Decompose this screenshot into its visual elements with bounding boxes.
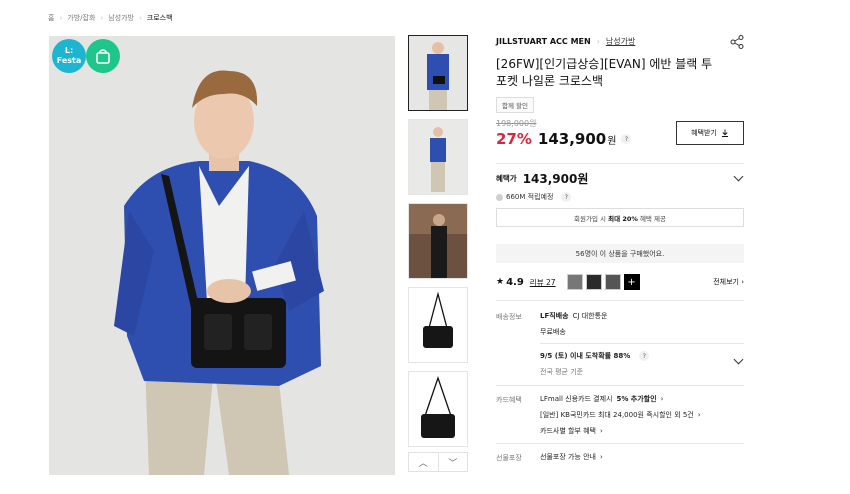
arrival-help-icon[interactable]: ?: [639, 351, 650, 361]
get-benefit-button[interactable]: 혜택받기: [676, 121, 744, 145]
download-icon: [721, 129, 728, 137]
thumbnail-list: ︿ ﹀: [408, 35, 468, 472]
purchase-count-banner: 56명이 이 상품을 구매했어요.: [496, 244, 744, 263]
review-photo[interactable]: [604, 274, 621, 290]
view-all-reviews-link[interactable]: 전체보기 ›: [713, 277, 744, 287]
breadcrumb-separator: ›: [100, 14, 104, 22]
arrival-estimate: 9/5 (토) 이내 도착확률 88%: [540, 352, 631, 360]
breadcrumb: 홈 › 가방/잡화 › 남성가방 › 크로스백: [48, 13, 173, 23]
thumbnail-4[interactable]: [408, 287, 468, 363]
share-icon[interactable]: [730, 35, 744, 49]
shipping-carrier-bold: LF직배송: [540, 312, 569, 320]
brand-separator: ›: [596, 37, 600, 46]
chevron-right-icon: ›: [599, 427, 603, 435]
chevron-down-icon[interactable]: ﹀: [439, 453, 468, 471]
benefit-section: 혜택가 143,900원 660M 적립예정 ? 회원가입 시 최대 20% 혜…: [496, 163, 744, 468]
thumbnail-2[interactable]: [408, 119, 468, 195]
points-row: 660M 적립예정 ?: [496, 192, 744, 202]
benefit-label: 혜택가: [496, 174, 517, 183]
shipping-label: 배송정보: [496, 313, 522, 321]
card-benefit-row: 카드혜택 LFmall 신용카드 결제시 5% 추가할인 › [일반] KB국민…: [496, 386, 744, 442]
review-count-link[interactable]: 리뷰 27: [530, 277, 556, 288]
thumbnail-nav: ︿ ﹀: [408, 452, 468, 472]
price-help-icon[interactable]: ?: [621, 134, 632, 144]
breadcrumb-mens-bags[interactable]: 남성가방: [108, 13, 134, 23]
currency-unit: 원: [607, 135, 617, 147]
card-line-1[interactable]: LFmall 신용카드 결제시 5% 추가할인 ›: [540, 394, 744, 404]
breadcrumb-home[interactable]: 홈: [48, 13, 54, 23]
shipping-fee: 무료배송: [540, 328, 566, 336]
discount-tag: 함께 할인: [496, 97, 534, 113]
gift-row: 선물포장 선물포장 가능 안내 ›: [496, 444, 744, 468]
card-line-2[interactable]: [일반] KB국민카드 최대 24,000원 즉시할인 외 5건 ›: [540, 410, 744, 420]
rating-score: 4.9: [506, 276, 524, 288]
brand-name[interactable]: JILLSTUART ACC MEN: [496, 37, 591, 46]
arrival-sub: 전국 평균 기준: [540, 368, 584, 376]
get-benefit-label: 혜택받기: [691, 129, 717, 137]
main-product-image[interactable]: L: Festa: [49, 36, 395, 475]
shipping-row: 배송정보 LF직배송 CJ 대한통운 무료배송: [496, 301, 744, 343]
points-text: 660M 적립예정: [506, 193, 554, 201]
points-icon: [496, 193, 503, 201]
thumbnail-1[interactable]: [408, 35, 468, 111]
rating-row: ★ 4.9 리뷰 27 + 전체보기 ›: [496, 273, 744, 291]
chevron-right-icon: ›: [599, 453, 603, 461]
benefit-price-row[interactable]: 혜택가 143,900원: [496, 170, 744, 187]
chevron-right-icon: ›: [697, 411, 701, 419]
member-benefit-box[interactable]: 회원가입 시 최대 20% 혜택 제공: [496, 208, 744, 227]
benefit-price: 143,900원: [522, 172, 589, 186]
review-photo-list: +: [564, 274, 640, 290]
brand-category-link[interactable]: 남성가방: [606, 36, 635, 47]
divider: [496, 163, 744, 164]
points-help-icon[interactable]: ?: [561, 192, 572, 202]
gift-label: 선물포장: [496, 454, 522, 462]
shipping-carrier: CJ 대한통운: [572, 312, 608, 320]
card-line-3[interactable]: 카드사별 할부 혜택 ›: [540, 426, 744, 436]
breadcrumb-separator: ›: [138, 14, 142, 22]
chevron-right-icon: ›: [660, 395, 664, 403]
breadcrumb-bags[interactable]: 가방/잡화: [67, 13, 95, 23]
review-photo[interactable]: [566, 274, 583, 290]
arrival-row[interactable]: 9/5 (토) 이내 도착확률 88% ? 전국 평균 기준: [496, 344, 744, 383]
chevron-up-icon[interactable]: ︿: [409, 453, 439, 471]
shopping-bag-badge-icon: [86, 39, 120, 73]
festa-badge: L: Festa: [52, 39, 86, 73]
sale-price: 143,900: [537, 130, 607, 148]
model-photo: [49, 36, 395, 475]
breadcrumb-separator: ›: [59, 14, 63, 22]
chevron-down-icon[interactable]: [733, 171, 744, 182]
breadcrumb-crossbody[interactable]: 크로스백: [147, 13, 173, 23]
thumbnail-5[interactable]: [408, 371, 468, 447]
product-info: JILLSTUART ACC MEN › 남성가방 [26FW][인기급상승][…: [496, 35, 744, 462]
thumbnail-3[interactable]: [408, 203, 468, 279]
product-title: [26FW][인기급상승][EVAN] 에반 블랙 투포켓 나일론 크로스백: [496, 57, 713, 88]
card-benefit-label: 카드혜택: [496, 396, 522, 404]
plus-icon[interactable]: +: [623, 274, 640, 290]
discount-rate: 27%: [496, 130, 532, 148]
review-photo[interactable]: [585, 274, 602, 290]
brand-row: JILLSTUART ACC MEN › 남성가방: [496, 36, 744, 47]
star-icon: ★: [496, 277, 505, 287]
gift-link[interactable]: 선물포장 가능 안내 ›: [540, 452, 744, 462]
